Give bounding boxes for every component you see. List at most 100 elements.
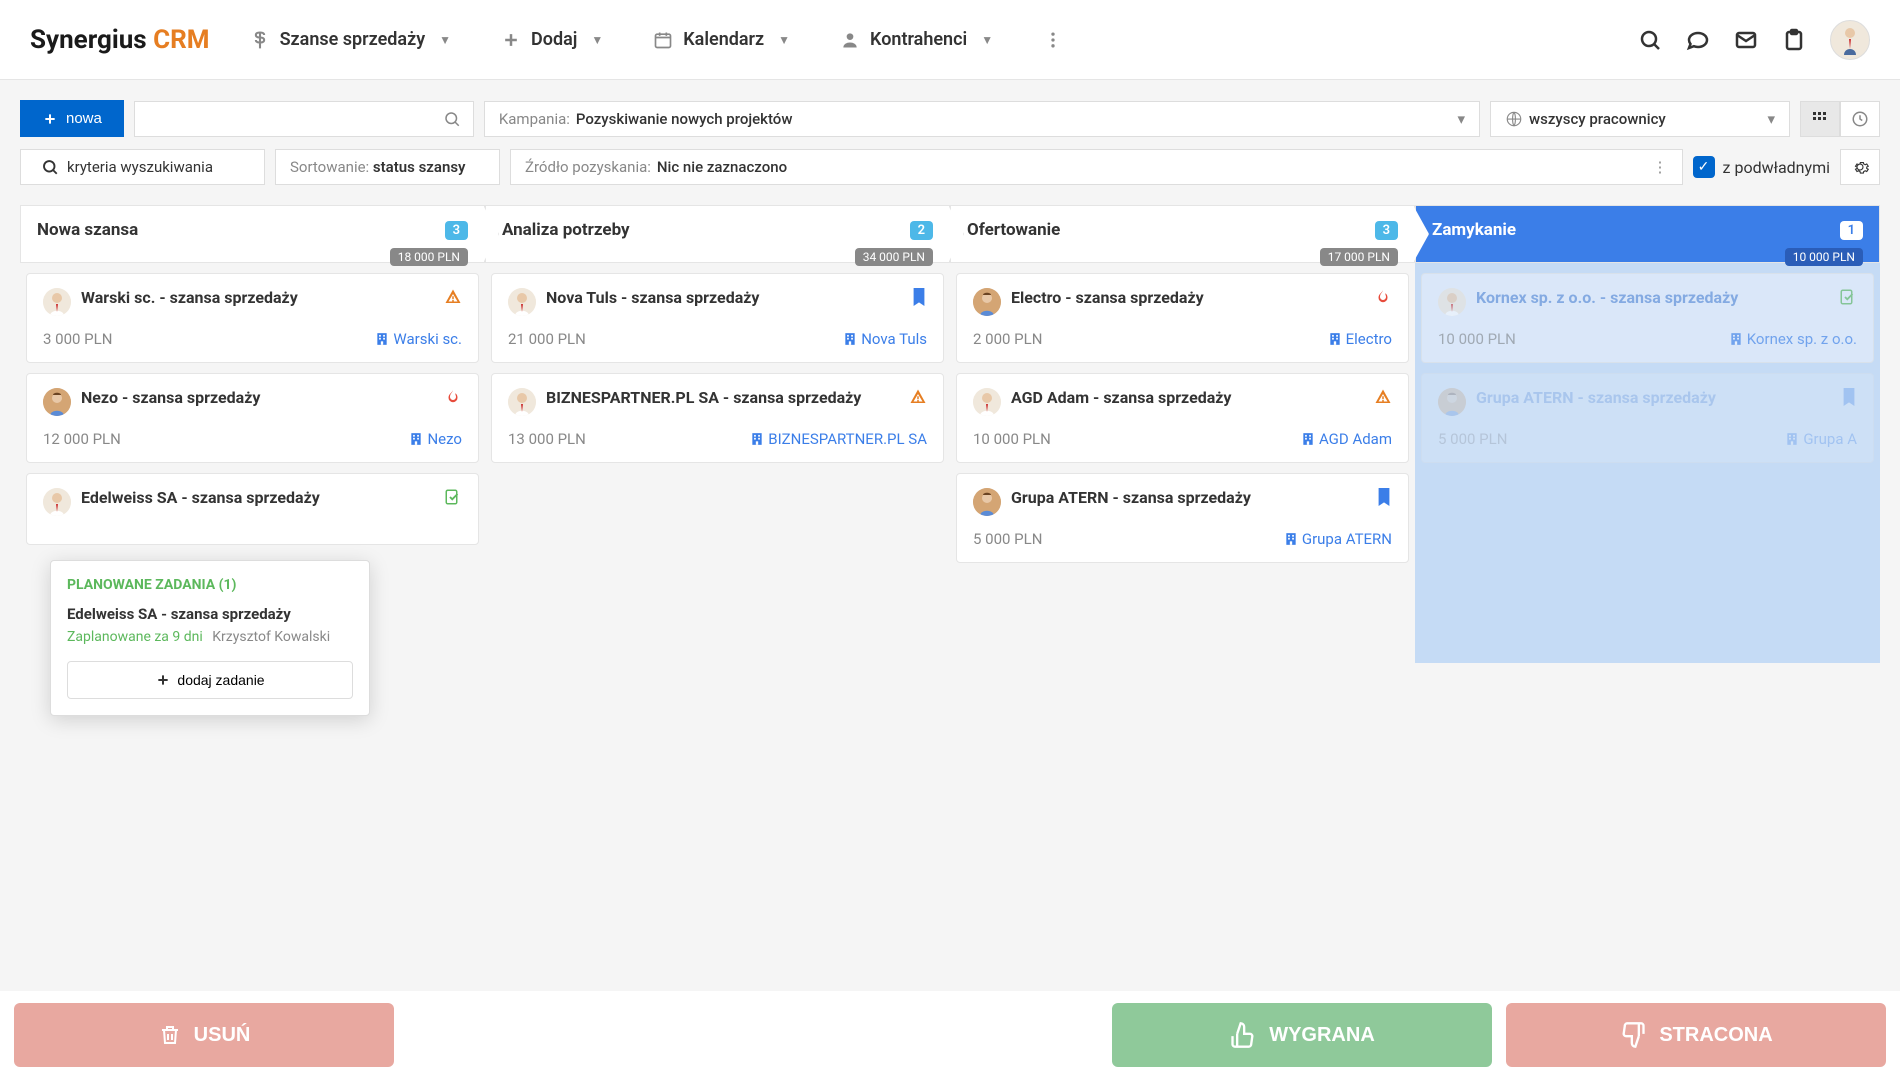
card-company-link[interactable]: BIZNESPARTNER.PL SA [750,430,927,448]
column-title: Ofertowanie [967,220,1365,240]
column-body[interactable]: Kornex sp. z o.o. - szansa sprzedaży10 0… [1415,263,1880,663]
card-avatar [1438,288,1466,316]
opportunity-card[interactable]: Grupa ATERN - szansa sprzedaży5 000 PLN … [1421,373,1874,463]
lost-button[interactable]: STRACONA [1506,1003,1886,1067]
nav-contacts[interactable]: Kontrahenci ▼ [840,29,993,50]
button-label: dodaj zadanie [177,672,264,688]
card-title: Grupa ATERN - szansa sprzedaży [1476,388,1831,407]
card-company-link[interactable]: Grupa A [1785,430,1857,448]
column-body[interactable]: Electro - szansa sprzedaży2 000 PLN Elec… [950,263,1415,663]
nav-add[interactable]: Dodaj ▼ [501,29,603,50]
opportunity-card[interactable]: Kornex sp. z o.o. - szansa sprzedaży10 0… [1421,273,1874,363]
toolbar: nowa Kampania: Pozyskiwanie nowych proje… [0,80,1900,205]
more-vert-icon [1043,30,1063,50]
criteria-button[interactable]: kryteria wyszukiwania [20,149,265,185]
popup-assignee: Krzysztof Kowalski [212,629,330,645]
opportunity-card[interactable]: Grupa ATERN - szansa sprzedaży5 000 PLN … [956,473,1409,563]
mail-icon[interactable] [1734,28,1758,52]
book-icon [1376,488,1392,506]
column-sum: 17 000 PLN [1320,248,1398,266]
card-avatar [973,488,1001,516]
card-title: BIZNESPARTNER.PL SA - szansa sprzedaży [546,388,899,407]
warn-icon [909,388,927,406]
kanban-column: Analiza potrzeby234 000 PLN Nova Tuls - s… [485,205,950,663]
card-company-link[interactable]: Warski sc. [375,330,462,348]
card-amount: 21 000 PLN [508,330,586,348]
subordinates-checkbox[interactable]: ✓ z podwładnymi [1693,156,1830,178]
globe-icon [1505,110,1523,128]
kanban-view-button[interactable] [1800,101,1840,137]
search-icon[interactable] [1638,28,1662,52]
filter-value: wszyscy pracownicy [1529,110,1666,128]
campaign-filter[interactable]: Kampania: Pozyskiwanie nowych projektów … [484,101,1480,137]
card-company-link[interactable]: Nezo [409,430,462,448]
filter-value: Pozyskiwanie nowych projektów [576,110,793,128]
search-input[interactable] [134,101,474,137]
column-count-badge: 1 [1840,221,1863,240]
flame-icon [1374,288,1392,306]
opportunity-card[interactable]: AGD Adam - szansa sprzedaży10 000 PLN AG… [956,373,1409,463]
add-task-button[interactable]: dodaj zadanie [67,661,353,699]
column-header[interactable]: Ofertowanie317 000 PLN [950,205,1415,263]
trash-icon [158,1023,182,1047]
column-header[interactable]: Nowa szansa318 000 PLN [20,205,485,263]
card-company-link[interactable]: Kornex sp. z o.o. [1729,330,1857,348]
opportunity-card[interactable]: Warski sc. - szansa sprzedaży3 000 PLN W… [26,273,479,363]
card-amount: 5 000 PLN [973,530,1042,548]
criteria-label: kryteria wyszukiwania [67,158,213,176]
filter-label: Źródło pozyskania: [525,158,651,176]
column-sum: 10 000 PLN [1785,248,1863,266]
book-icon [1841,388,1857,406]
nav-calendar[interactable]: Kalendarz ▼ [653,29,790,50]
source-filter[interactable]: Źródło pozyskania: Nic nie zaznaczono ⋮ [510,149,1683,185]
settings-button[interactable] [1840,149,1880,185]
delete-button[interactable]: USUŃ [14,1003,394,1067]
chevron-down-icon: ▼ [778,33,790,47]
card-avatar [508,388,536,416]
card-title: Electro - szansa sprzedaży [1011,288,1364,307]
sort-select[interactable]: Sortowanie: status szansy [275,149,500,185]
more-vert-icon: ⋮ [1653,158,1668,176]
opportunity-card[interactable]: Nezo - szansa sprzedaży12 000 PLN Nezo [26,373,479,463]
card-amount: 3 000 PLN [43,330,112,348]
card-title: Grupa ATERN - szansa sprzedaży [1011,488,1366,507]
column-body[interactable]: Nova Tuls - szansa sprzedaży21 000 PLN N… [485,263,950,663]
button-label: USUŃ [194,1024,251,1047]
card-company-link[interactable]: Electro [1328,330,1392,348]
warn-icon [1374,388,1392,406]
nav-opportunities[interactable]: Szanse sprzedaży ▼ [250,29,451,50]
column-header[interactable]: Zamykanie 1 10 000 PLN [1415,205,1880,263]
card-title: Kornex sp. z o.o. - szansa sprzedaży [1476,288,1829,307]
nav-label: Dodaj [531,29,577,50]
button-label: STRACONA [1659,1024,1772,1047]
card-company-link[interactable]: Nova Tuls [843,330,927,348]
employees-filter[interactable]: wszyscy pracownicy ▾ [1490,101,1790,137]
popup-item-title[interactable]: Edelweiss SA - szansa sprzedaży [67,605,353,623]
history-view-button[interactable] [1840,101,1880,137]
card-company-link[interactable]: AGD Adam [1301,430,1392,448]
won-button[interactable]: WYGRANA [1112,1003,1492,1067]
main-nav: Szanse sprzedaży ▼ Dodaj ▼ Kalendarz ▼ K… [250,29,1638,50]
card-avatar [43,388,71,416]
column-header[interactable]: Analiza potrzeby234 000 PLN [485,205,950,263]
chat-icon[interactable] [1686,28,1710,52]
opportunity-card[interactable]: Nova Tuls - szansa sprzedaży21 000 PLN N… [491,273,944,363]
card-company-link[interactable]: Grupa ATERN [1284,530,1392,548]
sort-value: status szansy [373,158,466,176]
card-avatar [973,288,1001,316]
clipboard-icon[interactable] [1782,28,1806,52]
opportunity-card[interactable]: Electro - szansa sprzedaży2 000 PLN Elec… [956,273,1409,363]
checkbox-label: z podwładnymi [1723,158,1830,177]
user-avatar[interactable] [1830,20,1870,60]
card-avatar [43,288,71,316]
opportunity-card[interactable]: Edelweiss SA - szansa sprzedaży [26,473,479,545]
column-title: Analiza potrzeby [502,220,900,240]
column-sum: 18 000 PLN [390,248,468,266]
filter-label: Kampania: [499,110,570,128]
opportunity-card[interactable]: BIZNESPARTNER.PL SA - szansa sprzedaży13… [491,373,944,463]
new-button[interactable]: nowa [20,100,124,137]
calendar-icon [653,30,673,50]
column-title: Zamykanie [1432,220,1830,240]
chevron-down-icon: ▼ [591,33,603,47]
nav-more[interactable] [1043,29,1063,50]
